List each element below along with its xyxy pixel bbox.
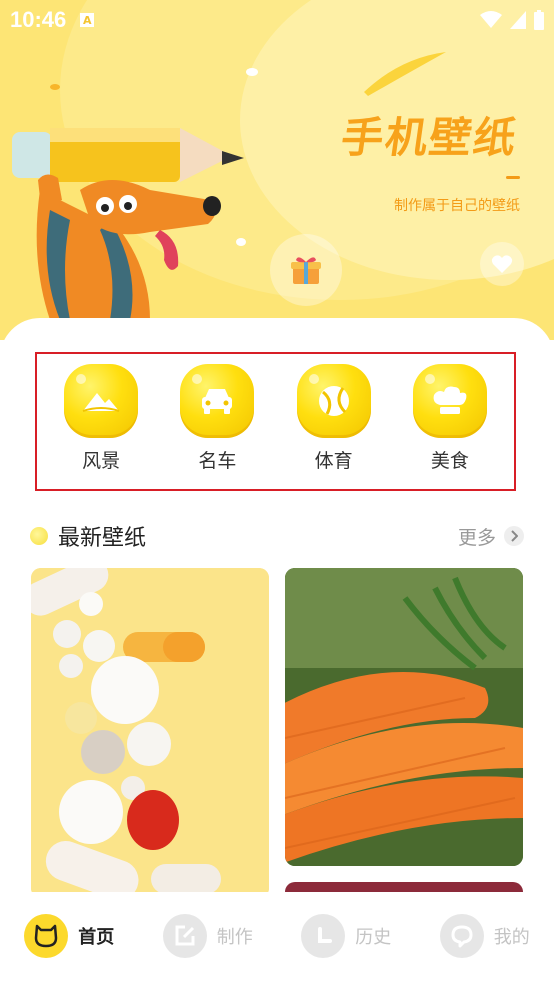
icon-highlight [308, 374, 319, 384]
more-label: 更多 [457, 526, 496, 549]
category-label: 名车 [198, 450, 237, 472]
category-icon-bg [296, 364, 371, 438]
status-time: 10:46 [10, 7, 67, 32]
signal-icon [510, 11, 526, 29]
bottom-navigation: 首页 制作 历史 我的 [0, 892, 554, 984]
status-icons [480, 10, 544, 30]
app-subtitle: 制作属于自己的壁纸 [394, 198, 520, 214]
nav-history[interactable]: 历史 [301, 914, 391, 958]
category-label: 体育 [314, 450, 353, 472]
car-icon [202, 389, 233, 414]
wallpaper-image-pills [31, 568, 269, 898]
dog-pencil-illustration [12, 128, 244, 320]
latest-section-header: 最新壁纸 更多 [30, 520, 524, 552]
favorite-button[interactable] [480, 242, 524, 286]
nav-mine[interactable]: 我的 [439, 914, 530, 958]
category-sports[interactable]: 体育 [289, 364, 379, 489]
decor-dot [236, 238, 246, 246]
nav-label: 我的 [493, 927, 530, 948]
category-icon-bg [180, 364, 255, 438]
icon-highlight [76, 374, 87, 384]
section-title: 最新壁纸 [58, 526, 147, 551]
nav-label: 历史 [355, 927, 392, 948]
category-icon-bg [64, 364, 139, 438]
user-icon [439, 914, 484, 958]
mountain-icon [82, 393, 120, 412]
decor-dot [246, 68, 258, 76]
nav-label: 首页 [78, 927, 115, 948]
decor-dot [50, 84, 60, 90]
ball-icon [318, 386, 349, 416]
title-underline [506, 176, 520, 179]
nav-home[interactable]: 首页 [24, 914, 114, 958]
app-title: 手机壁纸 [338, 113, 522, 162]
category-bar: 风景 名车 体育 美食 [35, 352, 516, 491]
more-button[interactable]: 更多 [458, 523, 524, 550]
wallpaper-thumbnail[interactable] [285, 568, 523, 866]
section-dot-icon [30, 527, 48, 545]
chevron-right-icon [504, 526, 524, 546]
battery-icon [534, 10, 544, 30]
category-landscape[interactable]: 风景 [56, 364, 146, 489]
nav-label: 制作 [216, 927, 253, 948]
header-banner: 手机壁纸 制作属于自己的壁纸 [0, 0, 554, 340]
icon-highlight [192, 374, 203, 384]
chef-hat-icon [433, 386, 467, 414]
gift-button[interactable] [270, 234, 342, 306]
category-label: 风景 [82, 450, 121, 472]
edit-icon [162, 914, 207, 958]
status-bar: 10:46 A [0, 0, 554, 40]
notification-indicator: A [80, 13, 95, 27]
category-cars[interactable]: 名车 [172, 364, 262, 489]
category-label: 美食 [430, 450, 469, 472]
wallpaper-thumbnail[interactable] [31, 568, 269, 898]
icon-highlight [424, 374, 435, 384]
wifi-icon [480, 11, 502, 28]
category-icon-bg [412, 364, 487, 438]
heart-icon [491, 255, 513, 273]
wallpaper-image-carrots [285, 568, 523, 866]
clock-icon [301, 914, 346, 958]
leaf-decoration [364, 52, 446, 96]
gift-icon [291, 257, 321, 284]
nav-make[interactable]: 制作 [162, 914, 253, 958]
bear-face-icon [24, 914, 69, 958]
category-food[interactable]: 美食 [405, 364, 495, 489]
